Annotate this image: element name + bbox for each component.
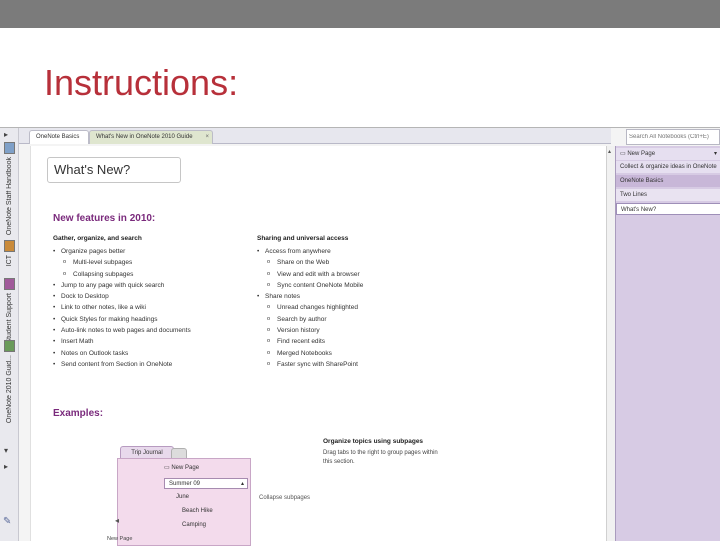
section-tabs: OneNote Basics What's New in OneNote 201… <box>19 128 611 144</box>
example-row-label: Summer 09 <box>169 481 201 487</box>
page-tab-item[interactable]: OneNote Basics <box>616 175 720 187</box>
feature-list-item: Search by author <box>255 314 363 326</box>
feature-list-item: Access from anywhere <box>255 246 363 258</box>
example-screenshot: Trip Journal ▭ New Page Summer 09 ▴ June… <box>115 444 251 546</box>
unfiled-notes-icon[interactable]: ✎ <box>3 516 11 527</box>
page-tab-item[interactable]: Collect & organize ideas in OneNote <box>616 161 720 173</box>
feature-list-item: Organize pages better <box>51 246 191 258</box>
tab-onenote-basics[interactable]: OneNote Basics <box>29 130 89 144</box>
page-content[interactable]: What's New? New features in 2010: Gather… <box>30 146 607 546</box>
page-title-box[interactable]: What's New? <box>47 157 181 183</box>
feature-list-item: Dock to Desktop <box>51 291 191 303</box>
example-new-page-label: New Page <box>171 465 200 471</box>
page-scrollbar[interactable]: ▴ <box>606 146 615 541</box>
collapse-arrow-icon[interactable]: ▸ <box>4 462 8 471</box>
left-feature-list: Organize pages betterMulti-level subpage… <box>51 246 191 371</box>
tab-label: What's New in OneNote 2010 Guide <box>96 134 193 140</box>
feature-list-item: Link to other notes, like a wiki <box>51 302 191 314</box>
feature-list-item: Find recent edits <box>255 336 363 348</box>
examples-heading: Examples: <box>53 408 104 419</box>
tab-close-icon[interactable]: × <box>205 131 209 144</box>
feature-list-item: Share on the Web <box>255 257 363 269</box>
page-tab-item-selected[interactable]: What's New? <box>616 203 720 215</box>
notebook-icon <box>3 142 15 154</box>
feature-list-item: Faster sync with SharePoint <box>255 359 363 371</box>
notebook-tab[interactable]: ICT <box>2 240 16 266</box>
organize-heading: Organize topics using subpages <box>323 438 424 445</box>
example-row: Summer 09 ▴ <box>164 478 248 489</box>
collapse-icon: ▴ <box>240 481 244 487</box>
feature-list-item: Quick Styles for making headings <box>51 314 191 326</box>
feature-list-item: Auto-link notes to web pages and documen… <box>51 325 191 337</box>
notebook-tab[interactable]: OneNote Staff Handbook <box>2 142 16 235</box>
page-tabs-pane: ▭ New Page ▾ Collect & organize ideas in… <box>615 146 720 541</box>
example-row: Camping <box>182 522 207 528</box>
collapse-subpages-label: Collapse subpages <box>259 495 311 501</box>
page-title: What's New? <box>54 162 131 177</box>
feature-list-item: Sync content OneNote Mobile <box>255 280 363 292</box>
new-page-button[interactable]: ▭ New Page ▾ <box>616 148 720 160</box>
search-input[interactable] <box>626 129 720 145</box>
feature-list-item: Merged Notebooks <box>255 348 363 360</box>
expand-arrow-icon[interactable]: ▾ <box>4 446 8 455</box>
notebook-icon <box>3 278 15 290</box>
feature-list-item: Notes on Outlook tasks <box>51 348 191 360</box>
feature-list-item: Send content from Section in OneNote <box>51 359 191 371</box>
right-column-heading: Sharing and universal access <box>257 235 349 242</box>
notebook-label: Student Support <box>5 293 13 344</box>
example-row: Beach Hike <box>182 508 213 514</box>
notebook-nav-bar: ▸ OneNote Staff Handbook ICT Student Sup… <box>0 128 19 541</box>
pointer-arrow-icon: ◂ <box>115 516 120 525</box>
notebook-label: ICT <box>5 255 13 267</box>
feature-list-item: Insert Math <box>51 336 191 348</box>
notebook-icon <box>3 340 15 352</box>
onenote-window: ▸ OneNote Staff Handbook ICT Student Sup… <box>0 127 720 546</box>
feature-list-item: Jump to any page with quick search <box>51 280 191 292</box>
page-tab-item[interactable]: Two Lines <box>616 189 720 201</box>
feature-list-item: Share notes <box>255 291 363 303</box>
notebook-icon <box>3 240 15 252</box>
slide-title: Instructions: <box>44 62 239 103</box>
new-page-label: New Page <box>627 151 656 157</box>
example-side-label: New Page <box>107 536 133 542</box>
expand-arrow-icon[interactable]: ▸ <box>4 130 8 139</box>
left-column-heading: Gather, organize, and search <box>53 235 142 242</box>
feature-list-item: View and edit with a browser <box>255 269 363 281</box>
chevron-down-icon[interactable]: ▾ <box>714 148 717 160</box>
notebook-label: OneNote 2010 Guid... <box>5 355 13 424</box>
example-page-panel: ▭ New Page Summer 09 ▴ June Beach Hike C… <box>117 458 251 546</box>
feature-list-item: Unread changes highlighted <box>255 302 363 314</box>
feature-list-item: Version history <box>255 325 363 337</box>
example-row: June <box>176 494 190 500</box>
example-new-page: ▭ New Page <box>164 463 246 473</box>
scroll-up-icon[interactable]: ▴ <box>608 148 611 155</box>
organize-description: Drag tabs to the right to group pages wi… <box>323 450 438 465</box>
right-feature-list: Access from anywhereShare on the WebView… <box>255 246 363 371</box>
notebook-label: OneNote Staff Handbook <box>5 157 13 236</box>
feature-list-item: Multi-level subpages <box>51 257 191 269</box>
feature-list-item: Collapsing subpages <box>51 269 191 281</box>
tab-whats-new-guide[interactable]: What's New in OneNote 2010 Guide × <box>89 130 213 144</box>
features-heading: New features in 2010: <box>53 213 156 224</box>
presentation-top-bar <box>0 0 720 28</box>
notebook-tab[interactable]: Student Support <box>2 278 16 344</box>
notebook-tab[interactable]: OneNote 2010 Guid... <box>2 340 16 423</box>
